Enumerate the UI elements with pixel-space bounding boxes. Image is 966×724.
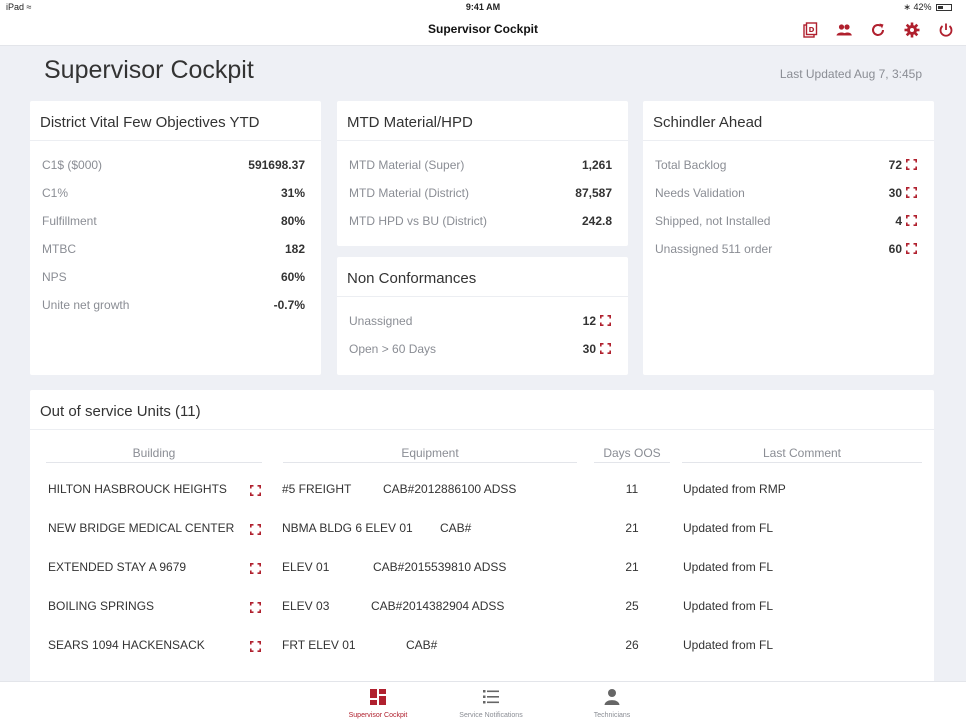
nonconf-card: Non Conformances Unassigned 12 Open > 60 … (337, 257, 628, 375)
kv-row: MTD HPD vs BU (District) 242.8 (349, 214, 612, 228)
mtd-card: MTD Material/HPD MTD Material (Super) 1,2… (337, 101, 628, 246)
battery-icon (936, 4, 952, 11)
kv-row[interactable]: Unassigned 511 order 60 (643, 234, 934, 262)
kv-row: Unite net growth -0.7% (42, 298, 305, 312)
building-name: EXTENDED STAY A 9679 (48, 560, 187, 574)
table-row[interactable]: NEW BRIDGE MEDICAL CENTER NBMA BLDG 6 EL… (30, 521, 934, 560)
expand-icon[interactable] (600, 343, 611, 354)
days-oos: 21 (625, 521, 639, 535)
team-icon[interactable] (834, 20, 854, 40)
page-title: Supervisor Cockpit (44, 56, 254, 84)
oos-card-title: Out of service Units (11) (30, 390, 934, 430)
expand-icon[interactable] (906, 243, 917, 254)
expand-icon[interactable] (250, 641, 261, 652)
col-days-oos: Days OOS (603, 446, 661, 460)
divider (594, 462, 670, 463)
days-oos: 21 (625, 560, 639, 574)
kv-row: C1% 31% (42, 186, 305, 200)
kv-row: Fulfillment 80% (42, 214, 305, 228)
equipment-name: ELEV 01 (282, 560, 330, 574)
district-card: District Vital Few Objectives YTD C1$ ($… (30, 101, 321, 375)
equipment-cab: CAB# (406, 638, 438, 652)
divider (283, 462, 577, 463)
expand-icon[interactable] (250, 602, 261, 613)
equipment-name: NBMA BLDG 6 ELEV 01 (282, 521, 413, 535)
equipment-name: #5 FREIGHT (282, 482, 352, 496)
equipment-name: FRT ELEV 01 (282, 638, 356, 652)
table-row[interactable]: EXTENDED STAY A 9679 ELEV 01 CAB#2015539… (30, 560, 934, 599)
building-name: BOILING SPRINGS (48, 599, 155, 613)
dashboard-icon (370, 689, 386, 705)
equipment-cab: CAB# (440, 521, 472, 535)
kv-row[interactable]: Needs Validation 30 (643, 178, 934, 206)
mtd-card-title: MTD Material/HPD (337, 101, 628, 141)
expand-icon[interactable] (906, 215, 917, 226)
tab-service-notifications[interactable]: Service Notifications (446, 688, 536, 719)
days-oos: 26 (625, 638, 639, 652)
bluetooth-icon: ∗ (903, 2, 911, 12)
table-row[interactable]: BOILING SPRINGS ELEV 03 CAB#2014382904 A… (30, 599, 934, 638)
days-oos: 11 (625, 482, 639, 496)
refresh-icon[interactable] (868, 20, 888, 40)
tab-bar: Supervisor Cockpit Service Notifications… (0, 681, 966, 724)
last-updated: Last Updated Aug 7, 3:45p (779, 67, 922, 81)
expand-icon[interactable] (906, 159, 917, 170)
divider (682, 462, 922, 463)
kv-row[interactable]: Unassigned 12 (337, 306, 628, 334)
kv-row[interactable]: Shipped, not Installed 4 (643, 206, 934, 234)
days-oos: 25 (625, 599, 639, 613)
kv-row: MTD Material (Super) 1,261 (349, 158, 612, 172)
last-comment: Updated from FL (683, 560, 774, 574)
ahead-card: Schindler Ahead Total Backlog 72 Needs Va… (643, 101, 934, 375)
tab-technicians[interactable]: Technicians (567, 688, 657, 719)
kv-row: NPS 60% (42, 270, 305, 284)
status-bar: iPad ≈ 9:41 AM ∗ 42% (0, 0, 966, 14)
person-icon (604, 689, 620, 705)
svg-text:D: D (809, 26, 815, 34)
list-icon (483, 690, 499, 704)
building-name: HILTON HASBROUCK HEIGHTS (48, 482, 227, 496)
table-row[interactable]: SEARS 1094 HACKENSACK FRT ELEV 01 CAB# 2… (30, 638, 934, 677)
last-comment: Updated from FL (683, 521, 774, 535)
clock: 9:41 AM (465, 2, 501, 12)
report-icon[interactable]: D (800, 20, 820, 40)
kv-row: MTD Material (District) 87,587 (349, 186, 612, 200)
building-name: NEW BRIDGE MEDICAL CENTER (48, 521, 235, 535)
nonconf-card-title: Non Conformances (337, 257, 628, 297)
kv-row[interactable]: Open > 60 Days 30 (337, 334, 628, 362)
last-comment: Updated from FL (683, 638, 774, 652)
kv-row: C1$ ($000) 591698.37 (42, 158, 305, 172)
expand-icon[interactable] (250, 524, 261, 535)
nav-bar: Supervisor Cockpit D (0, 14, 966, 46)
divider (46, 462, 262, 463)
equipment-cab: CAB#2014382904 ADSS (371, 599, 505, 613)
kv-row: MTBC 182 (42, 242, 305, 256)
settings-icon[interactable] (902, 20, 922, 40)
col-building: Building (132, 446, 176, 460)
tab-supervisor-cockpit[interactable]: Supervisor Cockpit (333, 688, 423, 719)
power-icon[interactable] (936, 20, 956, 40)
kv-row[interactable]: Total Backlog 72 (643, 150, 934, 178)
equipment-name: ELEV 03 (282, 599, 330, 613)
ahead-card-title: Schindler Ahead (643, 101, 934, 141)
last-comment: Updated from RMP (683, 482, 786, 496)
district-card-title: District Vital Few Objectives YTD (30, 101, 321, 141)
equipment-cab: CAB#2015539810 ADSS (373, 560, 507, 574)
col-last-comment: Last Comment (762, 446, 842, 460)
equipment-cab: CAB#2012886100 ADSS (383, 482, 517, 496)
expand-icon[interactable] (250, 563, 261, 574)
expand-icon[interactable] (906, 187, 917, 198)
table-row[interactable]: HILTON HASBROUCK HEIGHTS #5 FREIGHT CAB#… (30, 482, 934, 521)
battery-status: ∗ 42% (903, 2, 952, 13)
last-comment: Updated from FL (683, 599, 774, 613)
col-equipment: Equipment (401, 446, 459, 460)
building-name: SEARS 1094 HACKENSACK (48, 638, 205, 652)
expand-icon[interactable] (250, 485, 261, 496)
expand-icon[interactable] (600, 315, 611, 326)
